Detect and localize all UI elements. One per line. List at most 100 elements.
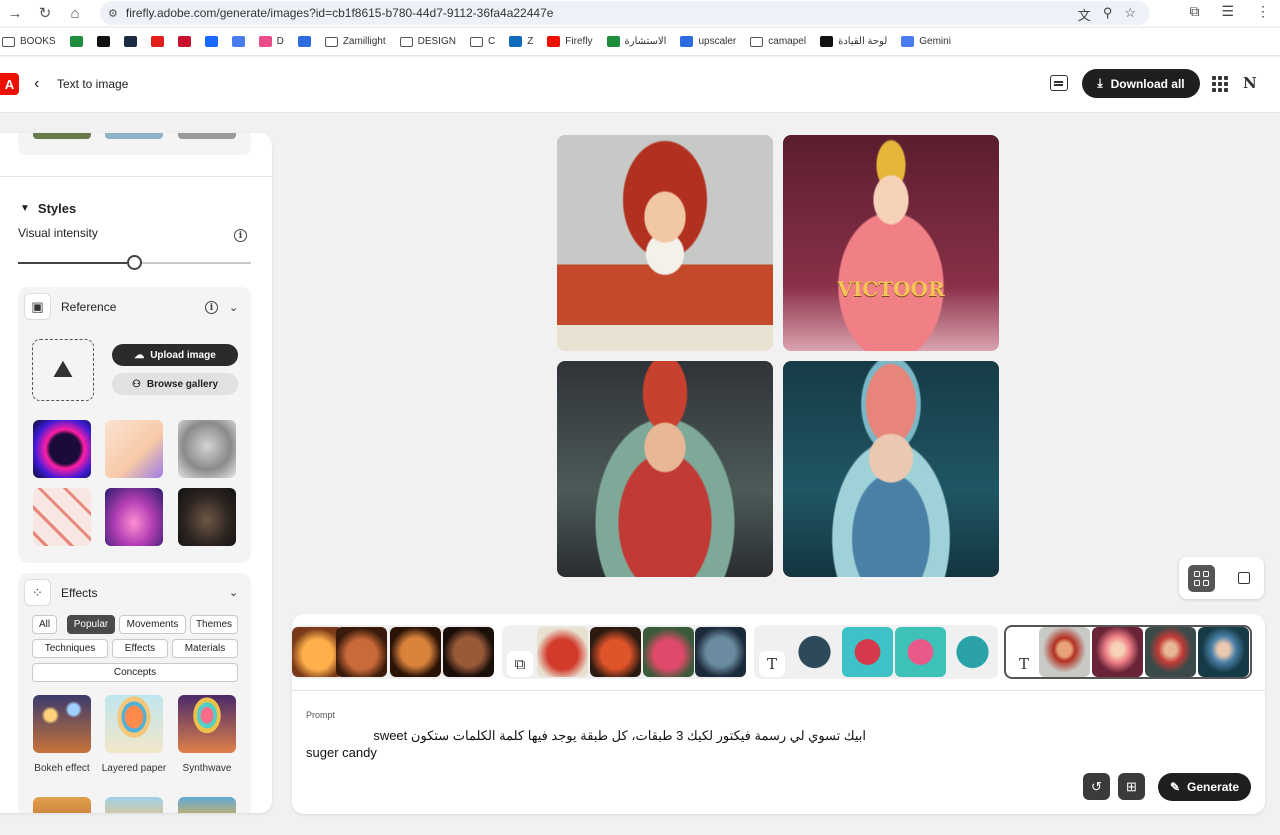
- history-thumbnail[interactable]: [443, 627, 494, 677]
- bookmark-item[interactable]: [69, 36, 83, 47]
- chevron-down-icon[interactable]: ⌄: [229, 301, 238, 314]
- generated-image-4[interactable]: [783, 361, 999, 577]
- tag-concepts[interactable]: Concepts: [32, 663, 238, 682]
- site-settings-icon[interactable]: ⚙: [108, 7, 118, 20]
- bookmark-item[interactable]: الاستشارة: [606, 36, 666, 47]
- bookmark-item[interactable]: Zamillight: [324, 36, 386, 47]
- bookmark-star-icon[interactable]: ☆: [1124, 5, 1136, 24]
- effect-synthwave-thumbnail[interactable]: [178, 695, 236, 753]
- history-group[interactable]: T: [754, 625, 998, 679]
- home-icon[interactable]: ⌂: [60, 0, 90, 26]
- tag-materials[interactable]: Materials: [172, 639, 238, 658]
- bookmark-item[interactable]: Firefly: [547, 36, 593, 47]
- history-thumbnail[interactable]: [1198, 627, 1249, 677]
- history-thumbnail[interactable]: [947, 627, 998, 677]
- page-title[interactable]: Text to image: [57, 77, 128, 91]
- prompt-suggestions-icon[interactable]: ⊞: [1118, 773, 1145, 800]
- generate-button[interactable]: ✎ Generate: [1158, 773, 1251, 801]
- browse-gallery-button[interactable]: ⚇ Browse gallery: [112, 373, 238, 395]
- profile-icon[interactable]: N: [1243, 74, 1257, 92]
- tag-movements[interactable]: Movements: [119, 615, 186, 634]
- history-thumbnail[interactable]: [789, 627, 840, 677]
- generated-image-2[interactable]: VICTOOR: [783, 135, 999, 351]
- history-thumbnail[interactable]: [643, 627, 694, 677]
- reference-thumbnail[interactable]: [178, 488, 236, 546]
- reference-thumbnail[interactable]: [33, 488, 91, 546]
- history-thumbnail[interactable]: [1039, 627, 1090, 677]
- history-thumbnail[interactable]: [895, 627, 946, 677]
- reference-header[interactable]: ▣ Reference: [24, 293, 116, 320]
- bookmark-item[interactable]: C: [469, 36, 495, 47]
- upload-image-button[interactable]: ☁ Upload image: [112, 344, 238, 366]
- history-group[interactable]: ⧉: [502, 625, 746, 679]
- history-thumbnail[interactable]: [1092, 627, 1143, 677]
- effect-bokeh-thumbnail[interactable]: [33, 695, 91, 753]
- bookmark-item[interactable]: Z: [509, 36, 533, 47]
- single-view-icon[interactable]: [1238, 572, 1250, 584]
- adobe-logo[interactable]: A: [0, 73, 19, 95]
- variation-icon[interactable]: ⧉: [507, 651, 533, 677]
- forward-icon[interactable]: →: [0, 0, 30, 26]
- reference-thumbnail[interactable]: [105, 420, 163, 478]
- reference-thumbnail[interactable]: [33, 420, 91, 478]
- styles-section-toggle[interactable]: ▼ Styles: [20, 201, 76, 216]
- image-upload-dropzone[interactable]: ⛰: [32, 339, 94, 401]
- tag-themes[interactable]: Themes: [190, 615, 238, 634]
- thumbnail[interactable]: [105, 133, 163, 139]
- history-thumbnail[interactable]: [537, 627, 588, 677]
- bookmark-item[interactable]: BOOKS: [2, 36, 56, 47]
- feedback-icon[interactable]: [1050, 75, 1068, 91]
- bookmark-item[interactable]: [96, 36, 110, 47]
- bookmark-item[interactable]: [297, 36, 311, 47]
- bookmark-item[interactable]: D: [258, 36, 284, 47]
- download-all-button[interactable]: ⤓ Download all: [1082, 69, 1200, 98]
- effect-thumbnail[interactable]: [33, 797, 91, 813]
- reference-thumbnail[interactable]: [178, 420, 236, 478]
- history-icon[interactable]: ↺: [1083, 773, 1110, 800]
- bookmark-item[interactable]: [123, 36, 137, 47]
- text-prompt-icon[interactable]: T: [759, 651, 785, 677]
- bookmark-item[interactable]: Gemini: [901, 36, 951, 47]
- bookmark-item[interactable]: upscaler: [680, 36, 736, 47]
- tag-techniques[interactable]: Techniques: [32, 639, 108, 658]
- bookmark-item[interactable]: [231, 36, 245, 47]
- history-thumbnail[interactable]: [695, 627, 746, 677]
- chevron-down-icon[interactable]: ⌄: [229, 586, 238, 599]
- history-thumbnail[interactable]: [842, 627, 893, 677]
- text-prompt-icon[interactable]: T: [1011, 651, 1037, 677]
- tag-effects[interactable]: Effects: [112, 639, 168, 658]
- grid-view-icon[interactable]: [1188, 565, 1215, 592]
- prompt-input[interactable]: ابيك تسوي لي رسمة فيكتور لكيك 3 طبقات، ك…: [306, 727, 866, 761]
- effect-layered-paper-thumbnail[interactable]: [105, 695, 163, 753]
- back-arrow-icon[interactable]: ‹: [34, 75, 39, 93]
- info-icon[interactable]: i: [205, 301, 218, 314]
- history-group-selected[interactable]: T: [1004, 625, 1252, 679]
- bookmark-item[interactable]: camapel: [750, 36, 806, 47]
- reading-list-icon[interactable]: ☰: [1221, 3, 1234, 20]
- effects-header[interactable]: ⁘ Effects: [24, 579, 97, 606]
- extensions-icon[interactable]: ⧉: [1189, 3, 1199, 20]
- thumbnail[interactable]: [178, 133, 236, 139]
- translate-page-icon[interactable]: 文: [1078, 5, 1091, 24]
- bookmark-item[interactable]: [150, 36, 164, 47]
- bookmark-item[interactable]: [177, 36, 191, 47]
- tag-all[interactable]: All: [32, 615, 57, 634]
- reference-thumbnail[interactable]: [105, 488, 163, 546]
- address-bar[interactable]: ⚙ firefly.adobe.com/generate/images?id=c…: [100, 1, 1150, 25]
- effect-thumbnail[interactable]: [178, 797, 236, 813]
- zoom-icon[interactable]: ⚲: [1103, 5, 1113, 24]
- generated-image-1[interactable]: [557, 135, 773, 351]
- slider-thumb[interactable]: [127, 255, 142, 270]
- info-icon[interactable]: i: [234, 229, 247, 242]
- bookmark-item[interactable]: DESIGN: [399, 36, 456, 47]
- reload-icon[interactable]: ↻: [30, 0, 60, 26]
- tag-popular[interactable]: Popular: [67, 615, 115, 634]
- history-thumbnail[interactable]: [336, 627, 387, 677]
- bookmark-item[interactable]: لوحة القيادة: [820, 36, 887, 47]
- apps-grid-icon[interactable]: [1212, 76, 1228, 92]
- effect-thumbnail[interactable]: [105, 797, 163, 813]
- generated-image-3[interactable]: [557, 361, 773, 577]
- history-thumbnail[interactable]: [390, 627, 441, 677]
- menu-icon[interactable]: ⋮: [1256, 3, 1270, 20]
- thumbnail[interactable]: [33, 133, 91, 139]
